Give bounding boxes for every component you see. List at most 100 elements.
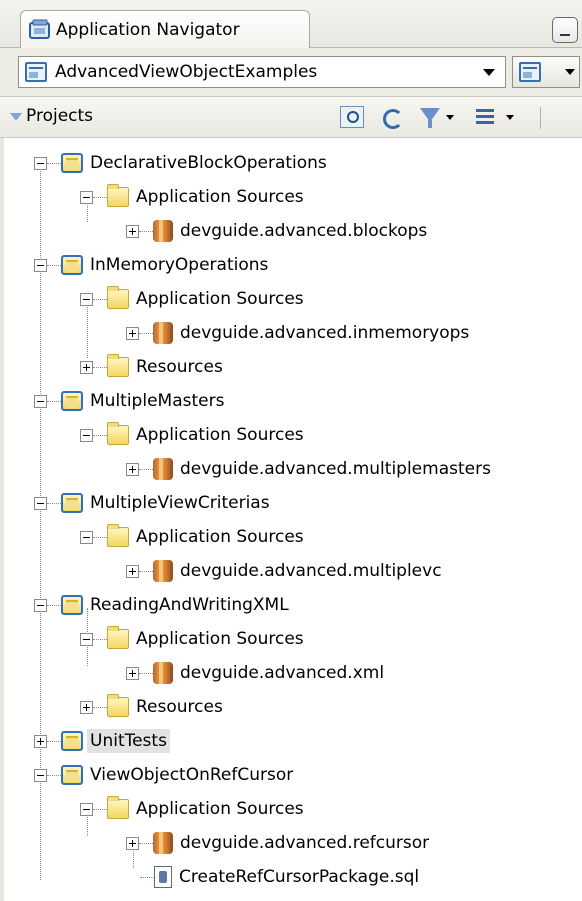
collapse-icon[interactable] [34,258,47,272]
tree-row-package[interactable]: devguide.advanced.xml [126,656,387,690]
tree-row-project[interactable]: InMemoryOperations [34,248,271,282]
tree-row-folder[interactable]: Application Sources [80,180,307,214]
expand-icon[interactable] [126,666,139,680]
collapse-icon[interactable] [34,496,47,510]
collapse-icon[interactable] [34,156,47,170]
folder-icon [107,626,129,649]
tree-row-package[interactable]: devguide.advanced.multiplemasters [126,452,494,486]
tree-row-file[interactable]: CreateRefCursorPackage.sql [140,860,422,894]
tree-row-project[interactable]: MultipleViewCriterias [34,486,273,520]
collapse-icon[interactable] [80,802,93,816]
package-label: devguide.advanced.refcursor [180,833,430,853]
collapse-icon[interactable] [34,394,47,408]
expand-icon[interactable] [34,734,47,748]
tree-row-folder[interactable]: Application Sources [80,792,307,826]
chevron-down-icon [565,69,575,75]
expand-icon[interactable] [126,224,139,238]
tree-row-package[interactable]: devguide.advanced.inmemoryops [126,316,472,350]
tree-row-package[interactable]: devguide.advanced.multiplevc [126,554,445,588]
application-menu-button[interactable] [512,56,580,88]
tree-row-project-selected[interactable]: UnitTests [34,724,170,758]
tree-row-project[interactable]: ReadingAndWritingXML [34,588,292,622]
project-label: InMemoryOperations [90,255,269,275]
filter-icon[interactable] [418,106,442,128]
sql-file-icon [154,866,172,888]
collapse-triangle-icon[interactable] [10,113,22,121]
sort-dropdown-arrow-icon[interactable] [506,115,514,120]
package-icon [153,220,173,242]
collapse-icon[interactable] [80,530,93,544]
projects-panel-title[interactable]: Projects [26,106,93,126]
expand-icon[interactable] [126,326,139,340]
folder-icon [107,796,129,819]
project-icon [61,255,83,275]
folder-label: Application Sources [136,187,304,207]
project-tree: DeclarativeBlockOperations Application S… [0,138,582,901]
expand-icon[interactable] [80,700,93,714]
application-menu-icon [519,62,541,82]
application-navigator-icon [27,19,53,41]
package-icon [153,662,173,684]
tab-title: Application Navigator [56,20,240,40]
sort-options-icon[interactable] [474,106,498,128]
collapse-icon[interactable] [80,632,93,646]
expand-icon[interactable] [126,462,139,476]
folder-icon [107,184,129,207]
tree-row-folder[interactable]: Application Sources [80,418,307,452]
application-icon [25,62,47,82]
file-label: CreateRefCursorPackage.sql [179,867,420,887]
project-icon [61,493,83,513]
project-icon [61,765,83,785]
project-icon [61,595,83,615]
collapse-icon[interactable] [80,292,93,306]
tree-row-project[interactable]: DeclarativeBlockOperations [34,146,330,180]
projects-panel-header: Projects [0,96,582,138]
application-dropdown[interactable]: AdvancedViewObjectExamples [18,56,506,88]
package-label: devguide.advanced.blockops [180,221,428,241]
project-icon [61,153,83,173]
package-label: devguide.advanced.xml [180,663,385,683]
collapse-icon[interactable] [80,428,93,442]
package-icon [153,322,173,344]
find-icon[interactable] [340,106,364,128]
package-icon [153,560,173,582]
filter-dropdown-arrow-icon[interactable] [446,115,454,120]
expand-icon[interactable] [126,564,139,578]
minimize-button[interactable] [552,17,578,43]
chevron-down-icon [483,69,495,76]
application-selector-row: AdvancedViewObjectExamples [0,48,582,96]
folder-icon [107,422,129,445]
tree-row-project[interactable]: ViewObjectOnRefCursor [34,758,296,792]
project-label: MultipleMasters [90,391,225,411]
folder-label: Application Sources [136,425,304,445]
folder-label: Resources [136,697,223,717]
expand-icon[interactable] [80,360,93,374]
tree-row-project[interactable]: MultipleMasters [34,384,227,418]
package-label: devguide.advanced.inmemoryops [180,323,470,343]
sync-icon[interactable] [380,106,404,129]
folder-icon [107,286,129,309]
collapse-icon[interactable] [80,190,93,204]
tree-row-folder[interactable]: Resources [80,690,226,724]
toolbar-separator [540,107,541,129]
project-label: DeclarativeBlockOperations [90,153,327,173]
folder-label: Application Sources [136,629,304,649]
tree-row-folder[interactable]: Application Sources [80,520,307,554]
tree-row-folder[interactable]: Application Sources [80,622,307,656]
application-navigator-tab[interactable]: Application Navigator [20,10,310,49]
tree-row-package[interactable]: devguide.advanced.blockops [126,214,430,248]
tree-row-folder[interactable]: Resources [80,350,226,384]
project-label: ReadingAndWritingXML [90,595,289,615]
collapse-icon[interactable] [34,598,47,612]
folder-label: Application Sources [136,799,304,819]
project-label: MultipleViewCriterias [90,493,270,513]
folder-icon [107,524,129,547]
folder-label: Application Sources [136,527,304,547]
folder-label: Application Sources [136,289,304,309]
folder-label: Resources [136,357,223,377]
tree-row-folder[interactable]: Application Sources [80,282,307,316]
application-dropdown-value: AdvancedViewObjectExamples [55,62,318,82]
collapse-icon[interactable] [34,768,47,782]
tree-row-package[interactable]: devguide.advanced.refcursor [126,826,432,860]
expand-icon[interactable] [126,836,139,850]
